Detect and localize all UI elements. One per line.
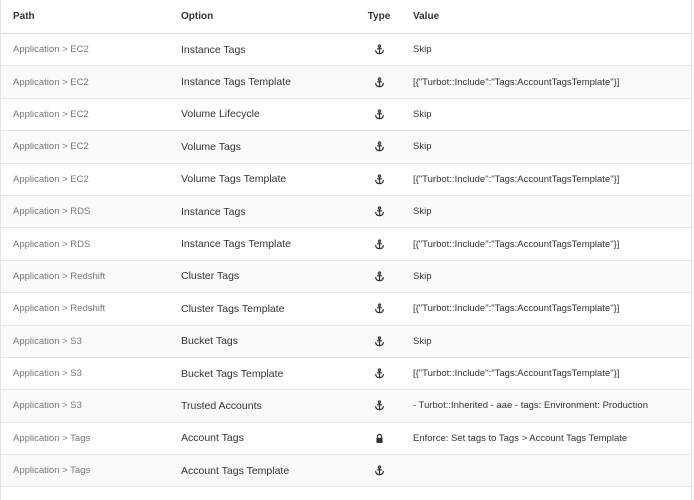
row-path[interactable]: Application > EC2 — [1, 141, 168, 152]
anchor-icon — [374, 303, 385, 314]
column-header-path[interactable]: Path — [1, 11, 168, 22]
row-value: Skip — [413, 335, 432, 347]
table-row[interactable]: Application > Redshift Cluster Tags Skip — [1, 260, 691, 294]
row-type — [348, 368, 410, 379]
anchor-icon — [374, 368, 385, 379]
anchor-icon — [374, 76, 385, 88]
row-path[interactable]: Application > RDS — [1, 206, 168, 217]
lock-icon — [374, 433, 385, 444]
row-option[interactable]: Bucket Tags Template — [168, 368, 348, 380]
row-option[interactable]: Bucket Tags — [168, 335, 348, 347]
table-row[interactable]: Application > S3 Bucket Tags Template [{"… — [1, 358, 691, 391]
column-header-type[interactable]: Type — [348, 11, 410, 22]
table-row[interactable]: Application > RDS Instance Tags Template … — [1, 228, 691, 261]
row-path[interactable]: Application > S3 — [1, 368, 168, 379]
row-value: - Turbot::Inherited - aae - tags: Enviro… — [413, 400, 648, 412]
anchor-icon — [374, 238, 385, 250]
row-type — [348, 400, 410, 411]
table-header: Path Option Type Value — [1, 0, 691, 34]
row-type — [348, 141, 410, 152]
row-value: [{"Turbot::Include":"Tags:AccountTagsTem… — [413, 238, 620, 250]
table-row[interactable]: Application > EC2 Instance Tags Skip — [1, 34, 691, 67]
row-path[interactable]: Application > EC2 — [1, 77, 168, 88]
anchor-icon — [374, 44, 385, 55]
row-type — [348, 336, 410, 347]
row-path[interactable]: Application > Tags — [1, 465, 168, 476]
row-path[interactable]: Application > EC2 — [1, 109, 168, 120]
row-value: [{"Turbot::Include":"Tags:AccountTagsTem… — [413, 303, 620, 315]
row-option[interactable]: Account Tags Template — [168, 465, 348, 477]
row-option[interactable]: Volume Tags Template — [168, 173, 348, 185]
anchor-icon — [374, 400, 385, 411]
row-option[interactable]: Instance Tags Template — [168, 238, 348, 250]
anchor-icon — [374, 174, 385, 185]
anchor-icon — [374, 206, 385, 217]
options-table: Path Option Type Value Application > EC2… — [0, 0, 692, 500]
anchor-icon — [374, 271, 385, 282]
row-type — [348, 238, 410, 250]
table-row[interactable]: Application > EC2 Volume Tags Template [{… — [1, 164, 691, 196]
row-path[interactable]: Application > EC2 — [1, 44, 168, 55]
row-value: [{"Turbot::Include":"Tags:AccountTagsTem… — [413, 173, 620, 185]
row-path[interactable]: Application > S3 — [1, 400, 168, 411]
table-row[interactable]: Application > RDS Instance Tags Skip — [1, 195, 691, 229]
column-header-option[interactable]: Option — [168, 11, 348, 22]
row-type — [348, 303, 410, 314]
table-row[interactable]: Application > Tags Account Tags Enforce: … — [1, 423, 691, 456]
row-value: Skip — [413, 270, 432, 282]
table-row[interactable]: Application > Tags Account Tags Template — [1, 455, 691, 488]
anchor-icon — [374, 465, 385, 476]
row-value: [{"Turbot::Include":"Tags:AccountTagsTem… — [413, 76, 620, 88]
row-path[interactable]: Application > Redshift — [1, 271, 168, 282]
row-option[interactable]: Cluster Tags — [168, 270, 348, 282]
table-row[interactable]: Application > Redshift Cluster Tags Templ… — [1, 293, 691, 326]
row-path[interactable]: Application > Redshift — [1, 303, 168, 314]
row-option[interactable]: Instance Tags — [168, 206, 348, 218]
row-type — [348, 206, 410, 217]
row-type — [348, 109, 410, 120]
row-path[interactable]: Application > RDS — [1, 239, 168, 250]
row-option[interactable]: Trusted Accounts — [168, 400, 348, 412]
row-type — [348, 271, 410, 282]
row-path[interactable]: Application > Tags — [1, 433, 168, 444]
row-value: Skip — [413, 108, 432, 120]
row-option[interactable]: Instance Tags — [168, 44, 348, 56]
row-option[interactable]: Cluster Tags Template — [168, 303, 348, 315]
anchor-icon — [374, 141, 385, 152]
row-value: Skip — [413, 206, 432, 218]
row-value: Skip — [413, 141, 432, 153]
table-row[interactable]: Application > EC2 Instance Tags Template … — [1, 66, 691, 99]
table-row[interactable]: Application > EC2 Volume Tags Skip — [1, 131, 691, 164]
row-path[interactable]: Application > EC2 — [1, 174, 168, 185]
row-option[interactable]: Instance Tags Template — [168, 76, 348, 88]
row-type — [348, 433, 410, 444]
row-option[interactable]: Account Tags — [168, 432, 348, 444]
anchor-icon — [374, 109, 385, 120]
anchor-icon — [374, 336, 385, 347]
row-type — [348, 465, 410, 476]
row-value: Enforce: Set tags to Tags > Account Tags… — [413, 432, 628, 444]
row-path[interactable]: Application > S3 — [1, 336, 168, 347]
row-option[interactable]: Volume Tags — [168, 141, 348, 153]
table-row[interactable]: Application > EC2 Volume Lifecycle Skip — [1, 99, 691, 132]
table-row[interactable]: Application > S3 Bucket Tags Skip — [1, 325, 691, 358]
row-value: [{"Turbot::Include":"Tags:AccountTagsTem… — [413, 368, 620, 380]
row-value: Skip — [413, 44, 432, 56]
column-header-value[interactable]: Value — [410, 11, 691, 22]
row-type — [348, 174, 410, 185]
row-option[interactable]: Volume Lifecycle — [168, 108, 348, 120]
row-type — [348, 76, 410, 88]
table-row[interactable]: Application > S3 Trusted Accounts - Turbo… — [1, 390, 691, 423]
table-body: Application > EC2 Instance Tags Skip Appli… — [1, 34, 691, 488]
row-type — [348, 44, 410, 55]
